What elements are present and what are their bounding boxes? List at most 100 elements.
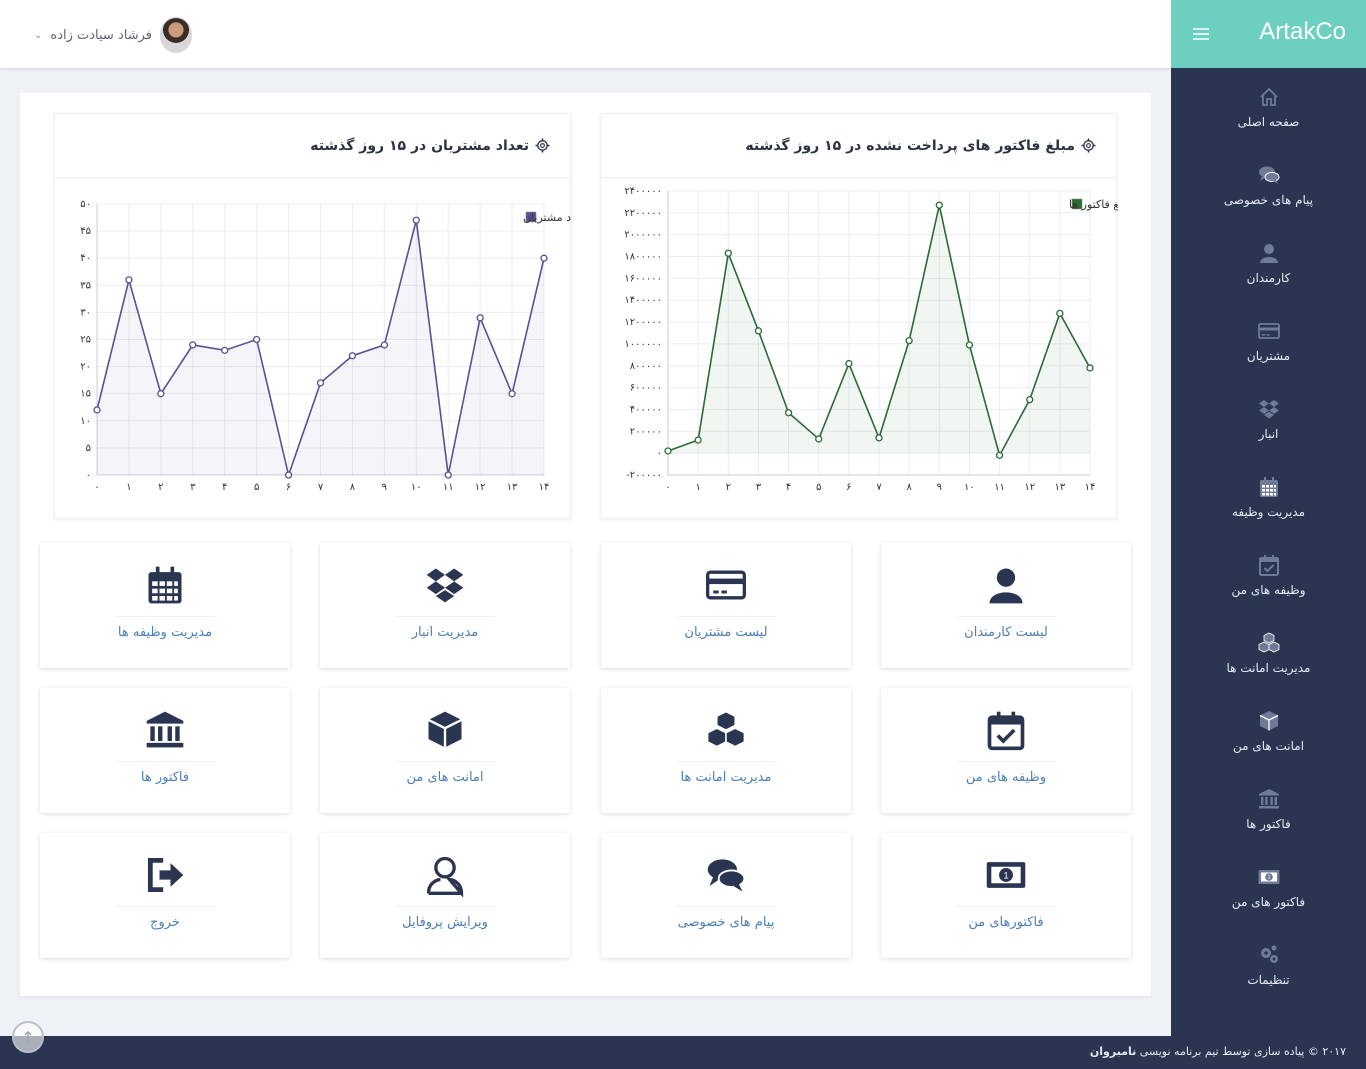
customers-chart-card: تعداد مشتریان در ۱۵ روز گذشته ۰ ۵ ۱۰ ۱۵ ۲۰ ۲۵… [54,113,572,519]
gear-icon [535,138,550,153]
data-point[interactable] [157,390,165,398]
footer-team-name: نامبروان [1089,1045,1137,1058]
tile-label: ویرایش پروفایل [402,915,488,930]
scroll-to-top-button[interactable]: ↑ [12,1021,44,1053]
x-tick-label: ۹ [382,482,387,493]
tile-dropbox[interactable]: مدیریت انبار [320,543,570,668]
sidebar-item-comments[interactable]: پیام های خصوصی [1171,151,1366,221]
tile-label: خروج [150,915,180,930]
sidebar-item-label: فاکتور ها [1246,817,1291,831]
data-point[interactable] [845,359,853,368]
data-point[interactable] [905,336,913,345]
data-point[interactable] [125,276,133,284]
sidebar-item-credit-card[interactable]: مشتریان [1171,307,1366,377]
data-point[interactable] [221,346,229,354]
chart-header: مبلغ فاکتور های پرداخت نشده در ۱۵ روز گذ… [601,114,1116,178]
x-tick-label: ۵ [816,482,821,493]
sidebar-item-user[interactable]: کارمندان [1171,229,1366,299]
sidebar-item-label: تنظیمات [1247,973,1290,987]
data-point[interactable] [189,341,197,349]
y-tick-label: ۵۰ [80,199,91,210]
sidebar-item-calendar[interactable]: مدیریت وظیفه [1171,463,1366,533]
tile-user[interactable]: لیست کارمندان [881,543,1131,668]
data-point[interactable] [784,409,793,417]
data-point[interactable] [476,314,484,322]
data-point[interactable] [995,451,1004,459]
data-point[interactable] [1026,395,1034,404]
data-point[interactable] [815,435,823,443]
x-tick-label: ۰ [665,482,670,493]
tile-calendar[interactable]: مدیریت وظیفه ها [40,543,290,668]
data-point[interactable] [284,471,293,479]
y-tick-label: ۲۵ [80,335,91,346]
sign-out-icon [147,857,184,893]
customers-line-chart: ۰۵۱۰۱۵۲۰۲۵۳۰۳۵۴۰۴۵۵۰۰ ۱ ۲ ۳ ۴ ۵ ۶ ۷ ۸ ۹ ۱۰ ۱۱ ۱۲ ۱۳ ۱۴… [80,199,572,493]
sidebar-item-gears[interactable]: تنظیمات [1171,931,1366,1001]
user-name[interactable]: فرشاد سیادت زاده [50,28,152,43]
data-point[interactable] [875,434,883,442]
dropbox-icon [1258,400,1279,419]
footer-copyright: ۲۰۱۷ © پیاده سازی توسط تیم برنامه نویسی [1139,1045,1346,1058]
y-tick-label: ۱۶۰۰۰۰۰ [624,273,662,284]
cubes-icon [706,710,746,748]
data-point[interactable] [444,471,452,479]
tile-money[interactable]: 1 فاکتورهای من [881,833,1131,958]
x-tick-label: ۲ [726,482,731,493]
tile-user-outline[interactable]: ویرایش پروفایل [320,833,570,958]
data-point[interactable] [252,335,261,344]
y-tick-label: ۴۰ [80,253,91,264]
data-point[interactable] [664,447,672,455]
data-point[interactable] [754,327,763,335]
sidebar-item-bank[interactable]: فاکتور ها [1171,775,1366,845]
hamburger-menu-icon[interactable] [1193,28,1209,40]
tile-comments[interactable]: پیام های خصوصی [601,833,851,958]
sidebar-item-label: مشتریان [1246,349,1291,363]
sidebar-item-calendar-check[interactable]: وظیفه های من [1171,541,1366,611]
tile-credit-card[interactable]: لیست مشتریان [601,543,851,668]
tile-bank[interactable]: فاکتور ها [40,688,290,813]
tile-calendar-check[interactable]: وظیفه های من [881,688,1131,813]
data-point[interactable] [316,379,325,387]
user-menu[interactable]: ⌄ فرشاد سیادت زاده [34,16,192,54]
tile-label: فاکتور ها [140,770,190,785]
tile-divider [676,906,776,907]
y-tick-label: ۴۵ [80,226,91,237]
y-tick-label: ۸۰۰۰۰۰ [630,361,662,372]
tile-divider [956,906,1056,907]
tile-cubes[interactable]: مدیریت امانت ها [601,688,851,813]
data-point[interactable] [1056,309,1064,317]
tile-divider [115,616,215,617]
sidebar-item-label: صفحه اصلی [1237,115,1300,129]
gears-icon [1260,945,1278,963]
tile-sign-out[interactable]: خروج [40,833,290,958]
data-point[interactable] [412,216,420,224]
sidebar-item-cubes[interactable]: مدیریت امانت ها [1171,619,1366,689]
sidebar-item-money[interactable]: 1 فاکتور های من [1171,853,1366,923]
x-tick-label: ۴ [786,482,791,493]
data-point[interactable] [380,341,389,349]
data-point[interactable] [965,341,974,349]
svg-text:1: 1 [1267,875,1270,881]
tile-cube[interactable]: امانت های من [320,688,570,813]
data-point[interactable] [694,436,702,444]
y-tick-label: ۶۰۰۰۰۰ [630,383,662,394]
x-tick-label: ۸ [350,482,356,493]
sidebar-item-dropbox[interactable]: انبار [1171,385,1366,455]
data-point[interactable] [724,249,732,257]
brand-name[interactable]: ArtakCo [1259,18,1346,46]
data-point[interactable] [540,254,548,262]
data-point[interactable] [348,352,357,360]
data-point[interactable] [93,406,101,414]
data-point[interactable] [508,390,516,398]
y-tick-label: ۱۰ [80,416,91,427]
sidebar-item-cube[interactable]: امانت های من [1171,697,1366,767]
chevron-down-icon[interactable]: ⌄ [34,30,42,41]
sidebar-item-label: انبار [1258,427,1279,441]
footer-text: ۲۰۱۷ © پیاده سازی توسط تیم برنامه نویسی … [746,1045,1346,1058]
sidebar-item-home[interactable]: صفحه اصلی [1171,73,1366,143]
data-point[interactable] [935,201,943,209]
avatar[interactable] [159,17,192,53]
y-tick-label: ۰ [657,448,662,459]
top-bar: ⌄ فرشاد سیادت زاده [0,0,1171,68]
data-point[interactable] [1086,364,1094,372]
